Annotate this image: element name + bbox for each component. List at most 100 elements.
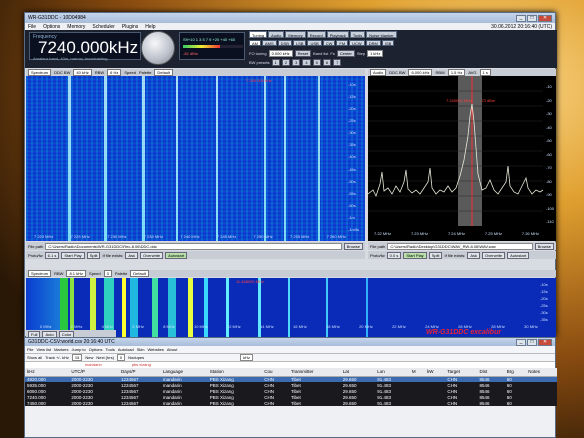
frequency-display[interactable]: Frequency 7240.000kHz Amateur band, 40m,… bbox=[29, 32, 141, 61]
right-audio-tab[interactable]: Audio bbox=[370, 69, 387, 76]
tab-tuning[interactable]: Tuning bbox=[249, 31, 268, 38]
mode-cw[interactable]: CW bbox=[322, 40, 336, 46]
left-file-path[interactable]: C:\Users\Radio\Documents\WR-G31DDC\Rec-8… bbox=[45, 242, 342, 250]
center-button[interactable]: Center bbox=[336, 50, 355, 57]
bw-preset-1[interactable]: 1 bbox=[271, 59, 280, 66]
left-overwrite-button[interactable]: Overwrite bbox=[140, 251, 164, 259]
col-language[interactable]: Language bbox=[160, 368, 208, 377]
mode-dsb[interactable]: DSB bbox=[277, 40, 292, 46]
db-menu-jump-to[interactable]: Jump to bbox=[72, 347, 86, 352]
col-transmitter[interactable]: Transmitter bbox=[288, 368, 341, 377]
right-proto-select[interactable]: 0.0 s bbox=[386, 251, 402, 259]
left-rbw-select[interactable]: 6 Hz bbox=[107, 69, 122, 76]
bw-preset-3[interactable]: 3 bbox=[292, 59, 301, 66]
next-value[interactable]: 0 bbox=[116, 354, 126, 361]
bw-preset-4[interactable]: 4 bbox=[302, 59, 311, 66]
wide-spectrum-tab[interactable]: Spectrum bbox=[28, 270, 52, 277]
right-ask-button[interactable]: Ask bbox=[467, 251, 481, 259]
audio-spectrum[interactable]: 7.240000 MHz -73 dBm -10 -20 -30 -40 -50… bbox=[368, 76, 556, 241]
db-maximize-button[interactable]: □ bbox=[527, 338, 537, 346]
mode-isb[interactable]: ISB bbox=[381, 40, 395, 46]
wide-speed-select[interactable]: 3 bbox=[103, 270, 112, 277]
next-label[interactable]: Next (hrs) bbox=[96, 355, 114, 360]
wideband-waterfall[interactable]: 11.468000 MHz -10s -15s -20s -25s -30s -… bbox=[26, 278, 556, 338]
right-rbw-select[interactable]: 1.5 Hz bbox=[447, 69, 466, 76]
tab-noise-blanker[interactable]: Noise blanker bbox=[366, 31, 397, 38]
unit-select[interactable]: kHz bbox=[240, 354, 254, 361]
mode-am[interactable]: AM bbox=[249, 40, 261, 46]
bw-preset-6[interactable]: 6 bbox=[322, 59, 332, 66]
wide-palette-select[interactable]: Default bbox=[130, 270, 149, 277]
col-utc[interactable]: UTC/P bbox=[69, 368, 120, 377]
track-label[interactable]: Track +/- kHz bbox=[45, 355, 69, 360]
tab-memory[interactable]: Memory bbox=[285, 31, 306, 38]
db-minimize-button[interactable]: _ bbox=[516, 338, 526, 346]
db-menu-view-list[interactable]: View list bbox=[36, 347, 51, 352]
col-notes[interactable]: Notes bbox=[526, 368, 557, 377]
mode-usb[interactable]: USB bbox=[307, 40, 322, 46]
col-lon[interactable]: Lon bbox=[375, 368, 410, 377]
tab-record[interactable]: Record bbox=[306, 31, 326, 38]
menu-scheduler[interactable]: Scheduler bbox=[92, 24, 115, 30]
right-ddc-bw-select[interactable]: 6.000 kHz bbox=[408, 69, 433, 76]
menu-help[interactable]: Help bbox=[145, 24, 155, 30]
mode-lsb[interactable]: LSB bbox=[292, 40, 307, 46]
col-dist[interactable]: Dist bbox=[477, 368, 505, 377]
tuning-knob[interactable] bbox=[141, 31, 175, 65]
db-close-button[interactable]: ✕ bbox=[538, 338, 552, 346]
mode-drm[interactable]: DRM bbox=[365, 40, 381, 46]
menu-file[interactable]: File bbox=[28, 24, 36, 30]
col-country[interactable]: Cou bbox=[262, 368, 289, 377]
left-start-play-button[interactable]: Start Play bbox=[61, 251, 85, 259]
db-menu-options[interactable]: Options bbox=[89, 347, 103, 352]
reset-button[interactable]: Reset bbox=[294, 50, 312, 57]
left-spectrum-tab[interactable]: Spectrum bbox=[28, 69, 52, 76]
mode-ams[interactable]: AMS bbox=[262, 40, 277, 46]
left-split-button[interactable]: Split bbox=[86, 251, 101, 259]
db-menu-autoload[interactable]: Autoload bbox=[118, 347, 134, 352]
right-browse-button[interactable]: Browse bbox=[534, 242, 554, 250]
tab-playback[interactable]: Playback bbox=[326, 31, 349, 38]
nodupes-checkbox[interactable]: Nodupes bbox=[128, 355, 144, 360]
bw-preset-7[interactable]: 7 bbox=[333, 59, 342, 66]
col-khz[interactable]: kHz bbox=[25, 368, 70, 377]
db-menu-tools[interactable]: Tools bbox=[106, 347, 115, 352]
track-value[interactable]: 15 bbox=[71, 354, 83, 361]
db-menu-markers[interactable]: Markers bbox=[54, 347, 68, 352]
mode-ucw[interactable]: UCW bbox=[349, 40, 365, 46]
left-palette-select[interactable]: Default bbox=[154, 69, 174, 76]
tab-tools[interactable]: Tools bbox=[349, 31, 366, 38]
left-autostart-button[interactable]: Autostart bbox=[165, 251, 188, 259]
maximize-button[interactable]: □ bbox=[527, 14, 537, 22]
right-split-button[interactable]: Split bbox=[428, 251, 443, 259]
left-proto-select[interactable]: 6.1 s bbox=[44, 251, 60, 259]
db-menu-about[interactable]: About bbox=[167, 347, 177, 352]
right-overwrite-button[interactable]: Overwrite bbox=[482, 251, 506, 259]
left-browse-button[interactable]: Browse bbox=[343, 242, 363, 250]
tab-audio[interactable]: Audio bbox=[268, 31, 285, 38]
bw-preset-2[interactable]: 2 bbox=[281, 59, 291, 66]
col-kw[interactable]: kW bbox=[424, 368, 446, 377]
col-lat[interactable]: Lat bbox=[340, 368, 376, 377]
ddc-waterfall[interactable]: 7 240.000 kHz -10s -15s -20s -25s -30s -… bbox=[26, 76, 365, 241]
left-ask-button[interactable]: Ask bbox=[125, 251, 139, 259]
wide-rbw-select[interactable]: 8.1 kHz bbox=[66, 270, 87, 277]
col-brg[interactable]: Brg bbox=[504, 368, 527, 377]
col-m[interactable]: M bbox=[409, 368, 425, 377]
minimize-button[interactable]: _ bbox=[516, 14, 526, 22]
col-target[interactable]: Target bbox=[445, 368, 478, 377]
col-days[interactable]: Days/P bbox=[119, 368, 161, 377]
right-start-play-button[interactable]: Start Play bbox=[403, 251, 427, 259]
table-row[interactable]: 7450.000 2000-2230 1234567 mandarin PBS Xiza… bbox=[25, 400, 557, 406]
bw-preset-5[interactable]: 5 bbox=[312, 59, 321, 66]
right-file-path[interactable]: C:\Users\Radio\Desktop\G31DDC\WAV_RW-8.0… bbox=[387, 242, 533, 250]
db-menu-file[interactable]: File bbox=[27, 347, 33, 352]
close-button[interactable]: ✕ bbox=[538, 14, 552, 22]
show-all-checkbox[interactable]: Show all bbox=[27, 355, 42, 360]
db-menu-skin[interactable]: Skin bbox=[137, 347, 145, 352]
step-select[interactable]: 1 kHz bbox=[367, 50, 384, 57]
new-checkbox[interactable]: New bbox=[85, 355, 93, 360]
band-list-label[interactable]: Band list bbox=[313, 51, 328, 56]
mode-fm[interactable]: FM bbox=[336, 40, 349, 46]
menu-plugins[interactable]: Plugins bbox=[122, 24, 138, 30]
